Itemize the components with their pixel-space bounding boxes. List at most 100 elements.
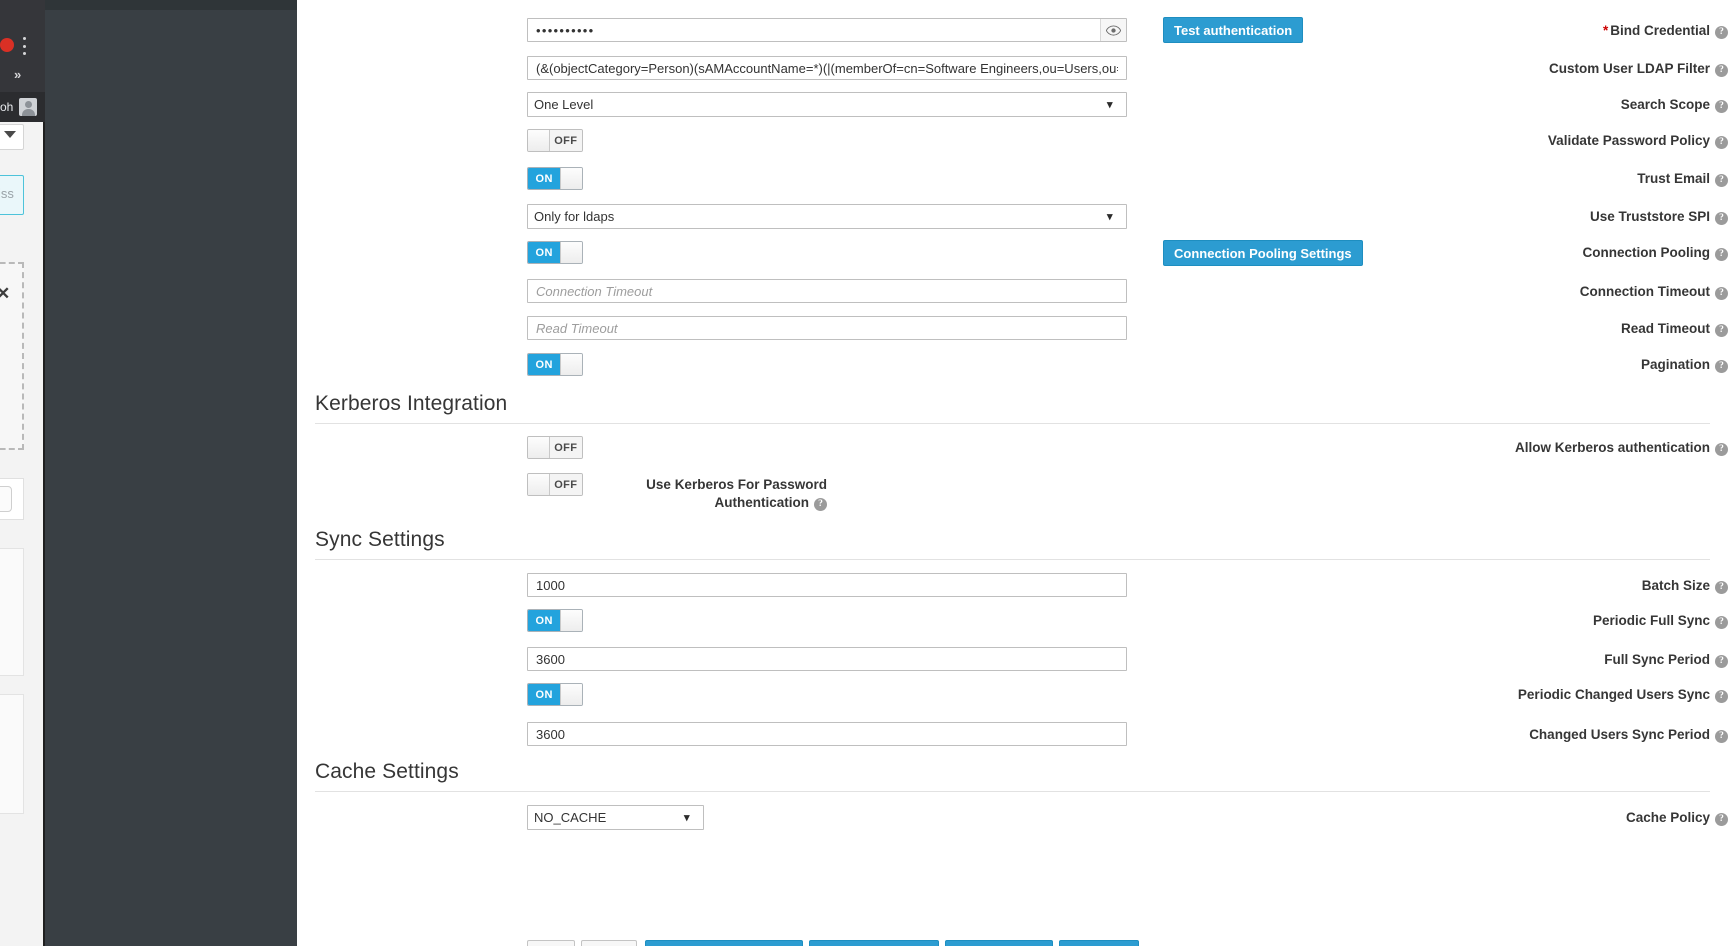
help-icon[interactable]: ? bbox=[1715, 212, 1728, 225]
browser-menu-kebab-icon[interactable] bbox=[19, 37, 29, 55]
cache-policy-select[interactable]: NO_CACHE bbox=[527, 805, 704, 830]
background-browser-window: » oh iss ✕ bbox=[0, 0, 45, 946]
help-icon[interactable]: ? bbox=[1715, 616, 1728, 629]
form-row-periodic-full-sync: Periodic Full Sync? ON bbox=[297, 609, 1728, 644]
help-icon[interactable]: ? bbox=[1715, 100, 1728, 113]
help-icon[interactable]: ? bbox=[1715, 360, 1728, 373]
help-icon[interactable]: ? bbox=[1715, 287, 1728, 300]
background-card-2 bbox=[0, 548, 24, 676]
action-button-4[interactable] bbox=[809, 940, 939, 946]
toggle-knob bbox=[560, 354, 582, 375]
trust-email-label: Trust Email? bbox=[1250, 170, 1728, 187]
custom-user-ldap-filter-input[interactable] bbox=[527, 56, 1127, 80]
periodic-full-sync-toggle[interactable]: ON bbox=[527, 609, 583, 632]
form-row-bind-credential: *Bind Credential? Test authentication bbox=[297, 17, 1728, 52]
browser-profile-name: oh bbox=[0, 100, 14, 114]
changed-users-sync-period-label: Changed Users Sync Period? bbox=[1250, 726, 1728, 743]
connection-timeout-input[interactable] bbox=[527, 279, 1127, 303]
allow-kerberos-authentication-toggle[interactable]: OFF bbox=[527, 436, 583, 459]
avatar[interactable] bbox=[19, 98, 37, 116]
form-action-bar bbox=[297, 940, 1728, 946]
action-button-3[interactable] bbox=[645, 940, 803, 946]
main-content: *Bind Credential? Test authentication Cu… bbox=[297, 0, 1728, 946]
test-authentication-button[interactable]: Test authentication bbox=[1163, 17, 1304, 43]
connection-pooling-toggle[interactable]: ON bbox=[527, 241, 583, 264]
background-card-3 bbox=[0, 694, 24, 814]
help-icon[interactable]: ? bbox=[1715, 64, 1728, 77]
help-icon[interactable]: ? bbox=[1715, 174, 1728, 187]
help-icon[interactable]: ? bbox=[1715, 730, 1728, 743]
connection-timeout-label: Connection Timeout? bbox=[1250, 283, 1728, 300]
batch-size-label: Batch Size? bbox=[1250, 577, 1728, 594]
pagination-label: Pagination? bbox=[1250, 356, 1728, 373]
help-icon[interactable]: ? bbox=[1715, 324, 1728, 337]
background-dismiss-label: iss bbox=[0, 186, 14, 201]
periodic-full-sync-label: Periodic Full Sync? bbox=[1250, 612, 1728, 629]
help-icon[interactable]: ? bbox=[1715, 813, 1728, 826]
form-row-use-kerberos-for-password-authentication: Use Kerberos For Password Authentication… bbox=[297, 473, 1728, 522]
required-marker: * bbox=[1602, 23, 1609, 38]
screen-root: » oh iss ✕ *Bind Credential? bbox=[0, 0, 1728, 946]
form-row-use-truststore-spi: Use Truststore SPI? Only for ldaps ▾ bbox=[297, 204, 1728, 238]
toggle-knob bbox=[528, 130, 550, 151]
browser-overflow-chevrons-icon[interactable]: » bbox=[14, 68, 21, 81]
help-icon[interactable]: ? bbox=[814, 498, 827, 511]
help-icon[interactable]: ? bbox=[1715, 655, 1728, 668]
form-row-full-sync-period: Full Sync Period? bbox=[297, 647, 1728, 681]
eye-icon[interactable] bbox=[1100, 19, 1126, 41]
toggle-state-label: ON bbox=[528, 242, 561, 263]
batch-size-input[interactable] bbox=[527, 573, 1127, 597]
action-button-2[interactable] bbox=[581, 940, 637, 946]
help-icon[interactable]: ? bbox=[1715, 248, 1728, 261]
toggle-state-label: ON bbox=[528, 168, 561, 189]
trust-email-toggle[interactable]: ON bbox=[527, 167, 583, 190]
section-sync-settings: Sync Settings bbox=[315, 527, 1710, 560]
help-icon[interactable]: ? bbox=[1715, 26, 1728, 39]
use-truststore-spi-select[interactable]: Only for ldaps bbox=[527, 204, 1127, 229]
use-kerberos-for-password-authentication-toggle[interactable]: OFF bbox=[527, 473, 583, 496]
allow-kerberos-authentication-label: Allow Kerberos authentication? bbox=[1250, 439, 1728, 456]
form-row-search-scope: Search Scope? One Level ▾ bbox=[297, 92, 1728, 126]
form-row-custom-user-ldap-filter: Custom User LDAP Filter? bbox=[297, 56, 1728, 90]
action-button-5[interactable] bbox=[945, 940, 1053, 946]
bind-credential-field-wrapper bbox=[527, 18, 1127, 42]
close-icon[interactable]: ✕ bbox=[0, 284, 10, 304]
form-row-batch-size: Batch Size? bbox=[297, 573, 1728, 607]
section-cache-settings: Cache Settings bbox=[315, 759, 1710, 792]
form-row-pagination: Pagination? ON bbox=[297, 353, 1728, 388]
full-sync-period-input[interactable] bbox=[527, 647, 1127, 671]
changed-users-sync-period-input[interactable] bbox=[527, 722, 1127, 746]
form-row-cache-policy: Cache Policy? NO_CACHE ▾ bbox=[297, 805, 1728, 839]
bind-credential-input[interactable] bbox=[528, 19, 1100, 41]
action-button-6[interactable] bbox=[1059, 940, 1139, 946]
connection-pooling-settings-button[interactable]: Connection Pooling Settings bbox=[1163, 240, 1363, 266]
validate-password-policy-toggle[interactable]: OFF bbox=[527, 129, 583, 152]
form-row-trust-email: Trust Email? ON bbox=[297, 167, 1728, 202]
periodic-changed-users-sync-label: Periodic Changed Users Sync? bbox=[1250, 686, 1728, 703]
custom-user-ldap-filter-label: Custom User LDAP Filter? bbox=[1250, 60, 1728, 77]
form-row-connection-timeout: Connection Timeout? bbox=[297, 279, 1728, 313]
form-row-periodic-changed-users-sync: Periodic Changed Users Sync? ON bbox=[297, 683, 1728, 718]
read-timeout-label: Read Timeout? bbox=[1250, 320, 1728, 337]
background-page-body bbox=[0, 122, 45, 946]
cache-policy-label: Cache Policy? bbox=[1250, 809, 1728, 826]
search-scope-select[interactable]: One Level bbox=[527, 92, 1127, 117]
periodic-changed-users-sync-toggle[interactable]: ON bbox=[527, 683, 583, 706]
background-card-1-inner bbox=[0, 486, 12, 512]
help-icon[interactable]: ? bbox=[1715, 136, 1728, 149]
action-button-1[interactable] bbox=[527, 940, 575, 946]
read-timeout-input[interactable] bbox=[527, 316, 1127, 340]
help-icon[interactable]: ? bbox=[1715, 690, 1728, 703]
pagination-toggle[interactable]: ON bbox=[527, 353, 583, 376]
toggle-state-label: OFF bbox=[549, 474, 582, 495]
toggle-state-label: ON bbox=[528, 684, 561, 705]
help-icon[interactable]: ? bbox=[1715, 443, 1728, 456]
toggle-knob bbox=[528, 474, 550, 495]
section-heading: Sync Settings bbox=[315, 528, 445, 551]
toggle-knob bbox=[560, 610, 582, 631]
use-truststore-spi-label: Use Truststore SPI? bbox=[1250, 208, 1728, 225]
help-icon[interactable]: ? bbox=[1715, 581, 1728, 594]
form-row-validate-password-policy: Validate Password Policy? OFF bbox=[297, 129, 1728, 164]
toggle-knob bbox=[560, 242, 582, 263]
section-kerberos-integration: Kerberos Integration bbox=[315, 391, 1710, 424]
